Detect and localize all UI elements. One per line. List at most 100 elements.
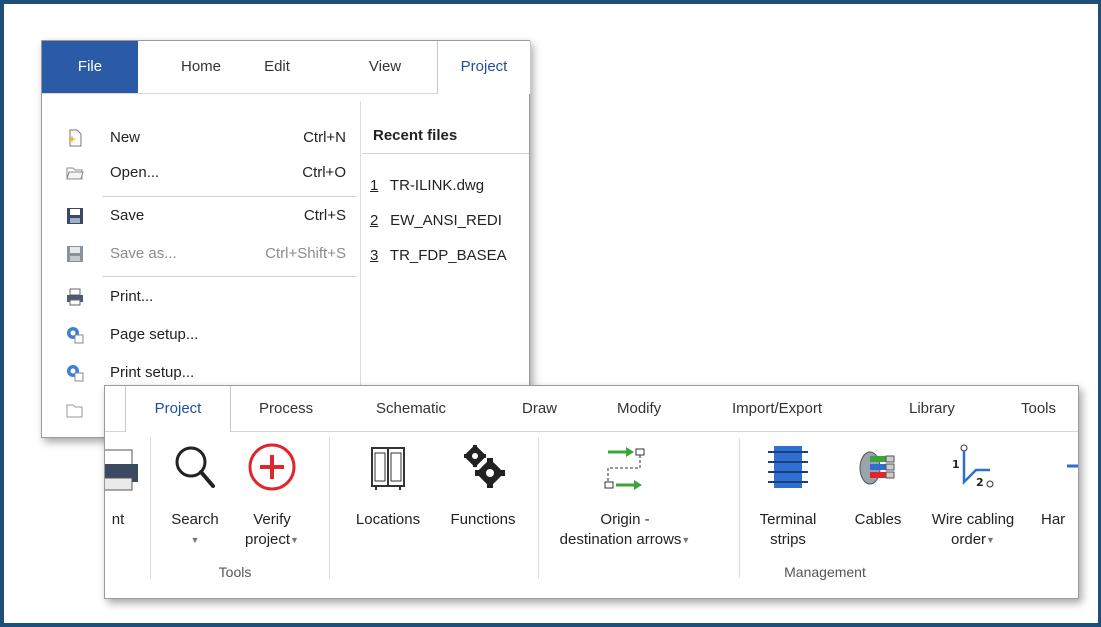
- recent-file-number: 3: [370, 247, 379, 264]
- page-setup-icon: [66, 326, 84, 344]
- ribbon-tab-bar: Project Process Schematic Draw Modify Im…: [105, 386, 1078, 432]
- new-file-icon: [66, 129, 84, 147]
- terminal-label-line2: strips: [770, 531, 806, 548]
- recent-file-number: 2: [370, 212, 379, 229]
- ribbon-window: Project Process Schematic Draw Modify Im…: [104, 385, 1079, 599]
- printer-icon: [66, 288, 84, 306]
- menu-item-shortcut: Ctrl+S: [303, 207, 346, 224]
- group-label-management: Management: [784, 564, 866, 580]
- wire-label-line2: order▼: [911, 530, 1035, 550]
- functions-button[interactable]: Functions: [435, 432, 531, 562]
- ribbon-tab-import-export[interactable]: Import/Export: [732, 386, 822, 431]
- locations-label: Locations: [355, 511, 421, 528]
- print-setup-icon: [66, 364, 84, 382]
- group-separator: [538, 438, 539, 578]
- wire-label-text: order: [951, 531, 987, 548]
- menu-tab-bar: File Home Edit View Project: [42, 41, 531, 94]
- recent-file-item[interactable]: 1 TR-ILINK.dwg: [370, 172, 528, 200]
- wire-cabling-order-button[interactable]: 1 2 Wire cabling order▼: [911, 432, 1035, 562]
- cable-icon: [856, 440, 900, 498]
- search-icon: [171, 440, 219, 498]
- search-label: Search: [171, 511, 219, 528]
- recent-files-title: Recent files: [373, 127, 458, 144]
- svg-text:1: 1: [952, 458, 960, 471]
- ribbon-tab-project[interactable]: Project: [125, 386, 231, 432]
- origin-destination-arrow-icon: [602, 440, 648, 498]
- print-button-label: nt: [111, 511, 125, 528]
- ribbon-tab-library[interactable]: Library: [909, 386, 955, 431]
- recent-file-item[interactable]: 2 EW_ANSI_REDI: [370, 207, 528, 235]
- menu-item-open[interactable]: Open... Ctrl+O: [62, 159, 354, 187]
- menu-item-new[interactable]: New Ctrl+N: [62, 124, 354, 152]
- verify-project-button[interactable]: Verify project▼: [236, 432, 308, 562]
- harness-icon: [1067, 440, 1078, 498]
- menu-item-label: Open...: [110, 164, 160, 181]
- recent-files-separator: [362, 153, 529, 154]
- recent-file-name: TR_FDP_BASEA: [389, 247, 507, 264]
- folder-icon: [66, 401, 84, 419]
- tab-edit[interactable]: Edit: [252, 41, 302, 93]
- cables-label: Cables: [854, 511, 902, 528]
- recent-file-number: 1: [370, 177, 379, 194]
- verify-plus-icon: [245, 440, 299, 498]
- cables-button[interactable]: Cables: [845, 432, 911, 562]
- menu-item-label: Print setup...: [110, 364, 195, 381]
- menu-item-label: Save as...: [110, 245, 177, 262]
- menu-separator: [102, 276, 357, 277]
- menu-item-save[interactable]: Save Ctrl+S: [62, 202, 354, 230]
- terminal-strips-button[interactable]: Terminal strips: [745, 432, 831, 562]
- group-separator: [739, 438, 740, 578]
- ribbon-tab-process[interactable]: Process: [259, 386, 313, 431]
- terminal-label-line1: Terminal: [759, 511, 817, 528]
- recent-file-name: TR-ILINK.dwg: [389, 177, 485, 194]
- tab-view[interactable]: View: [358, 41, 412, 93]
- harness-label: Har: [1041, 511, 1066, 528]
- ribbon-tab-modify[interactable]: Modify: [617, 386, 661, 431]
- menu-item-shortcut: Ctrl+N: [303, 129, 346, 146]
- print-button[interactable]: nt: [105, 432, 141, 562]
- wire-order-icon: 1 2: [950, 440, 996, 498]
- menu-item-label: Print...: [110, 288, 154, 305]
- verify-label-line1: Verify: [253, 511, 291, 528]
- printer-icon: [105, 440, 140, 498]
- locations-button[interactable]: Locations: [341, 432, 435, 562]
- menu-separator: [102, 196, 357, 197]
- functions-label: Functions: [450, 511, 516, 528]
- wire-label-line1: Wire cabling: [931, 511, 1015, 528]
- tab-file[interactable]: File: [42, 41, 138, 93]
- ribbon-tab-tools[interactable]: Tools: [1021, 386, 1056, 431]
- search-button[interactable]: Search ▼: [160, 432, 230, 562]
- recent-file-name: EW_ANSI_REDI: [390, 212, 502, 229]
- verify-label-text: project: [245, 531, 291, 548]
- gears-icon: [460, 440, 506, 498]
- menu-item-shortcut: Ctrl+O: [302, 164, 346, 181]
- tab-project[interactable]: Project: [437, 41, 531, 94]
- menu-item-shortcut: Ctrl+Shift+S: [265, 245, 346, 262]
- menu-item-print[interactable]: Print...: [62, 283, 354, 311]
- chevron-down-icon: ▼: [190, 535, 200, 546]
- ribbon-tab-draw[interactable]: Draw: [522, 386, 557, 431]
- origin-label-text: destination arrows: [559, 531, 682, 548]
- verify-label-line2: project▼: [236, 530, 308, 550]
- menu-item-page-setup[interactable]: Page setup...: [62, 321, 354, 349]
- menu-item-label: Page setup...: [110, 326, 199, 343]
- chevron-down-icon: ▼: [290, 535, 299, 546]
- ribbon-tab-schematic[interactable]: Schematic: [376, 386, 446, 431]
- origin-label-line2: destination arrows▼: [545, 530, 705, 550]
- tab-home[interactable]: Home: [166, 41, 236, 93]
- harness-button[interactable]: Har: [1037, 432, 1078, 562]
- cabinet-icon: [366, 440, 410, 498]
- terminal-strip-icon: [766, 440, 810, 498]
- chevron-down-icon: ▼: [986, 535, 995, 546]
- file-menu-window: File Home Edit View Project New Ctrl+N O…: [41, 40, 531, 438]
- group-separator: [150, 438, 151, 578]
- menu-item-print-setup[interactable]: Print setup...: [62, 359, 354, 387]
- origin-label-line1: Origin -: [600, 511, 650, 528]
- origin-destination-arrows-button[interactable]: Origin - destination arrows▼: [545, 432, 705, 562]
- recent-file-item[interactable]: 3 TR_FDP_BASEA: [370, 242, 528, 270]
- menu-item-label: New: [110, 129, 141, 146]
- save-icon: [66, 207, 84, 225]
- menu-item-label: Save: [110, 207, 145, 224]
- group-separator: [329, 438, 330, 578]
- menu-item-save-as[interactable]: Save as... Ctrl+Shift+S: [62, 240, 354, 268]
